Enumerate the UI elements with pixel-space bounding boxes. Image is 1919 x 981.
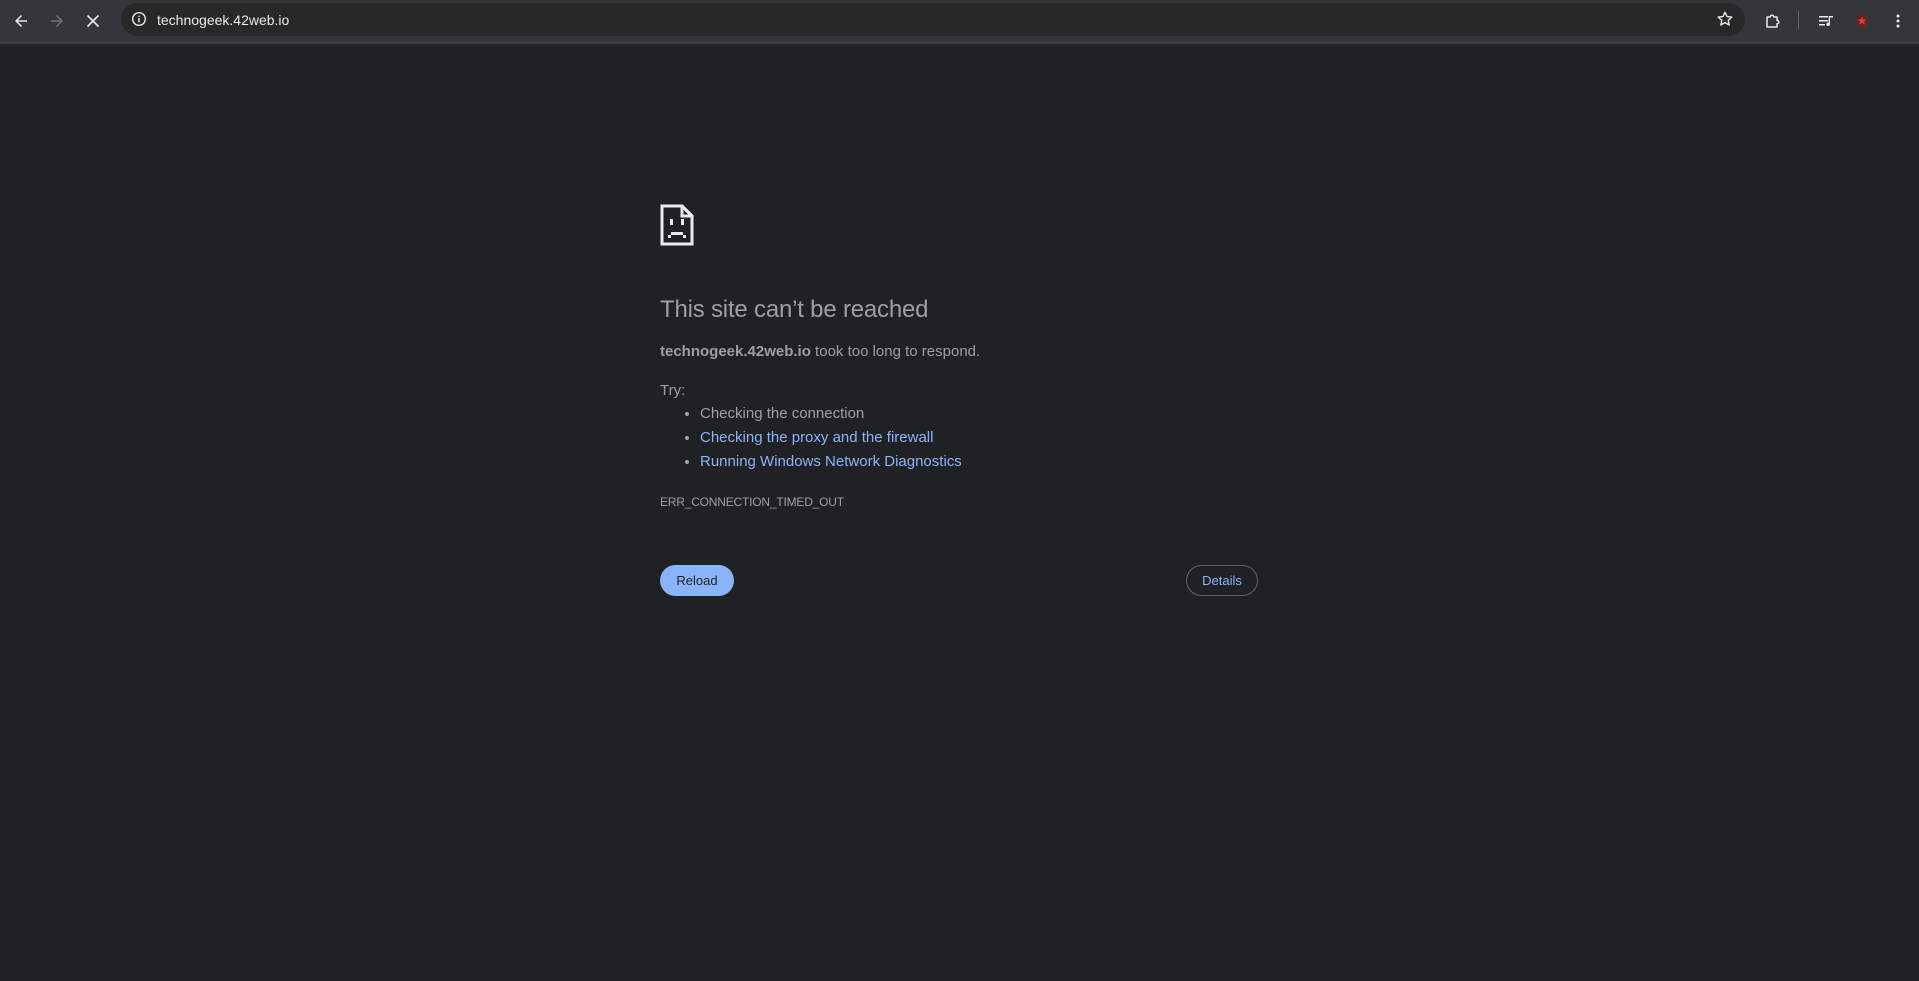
forward-button[interactable]: [41, 5, 73, 37]
error-description: technogeek.42web.io took too long to res…: [660, 343, 980, 360]
suggestion-check-connection: Checking the connection: [700, 405, 865, 422]
back-button[interactable]: [5, 5, 37, 37]
profile-button[interactable]: [1846, 5, 1878, 37]
suggestion-proxy-firewall-link[interactable]: Checking the proxy and the firewall: [700, 429, 933, 446]
error-host: technogeek.42web.io: [660, 343, 811, 360]
kebab-menu-icon: [1890, 13, 1906, 29]
reload-button[interactable]: Reload: [660, 565, 734, 596]
site-info-icon[interactable]: [129, 9, 149, 29]
error-title: This site can’t be reached: [660, 296, 929, 323]
suggestion-item: Checking the connection: [700, 402, 962, 426]
arrow-right-icon: [49, 13, 65, 29]
arrow-left-icon: [13, 13, 29, 29]
try-label: Try:: [660, 382, 686, 399]
browser-menu-button[interactable]: [1882, 5, 1914, 37]
bookmark-star-icon[interactable]: [1715, 9, 1735, 29]
suggestion-item: Running Windows Network Diagnostics: [700, 450, 962, 474]
url-text[interactable]: technogeek.42web.io: [157, 12, 289, 28]
suggestion-network-diagnostics-link[interactable]: Running Windows Network Diagnostics: [700, 453, 962, 470]
suggestion-list: Checking the connection Checking the pro…: [660, 402, 962, 474]
browser-toolbar: technogeek.42web.io: [0, 0, 1919, 41]
toolbar-divider: [1798, 11, 1799, 29]
error-description-text: took too long to respond.: [810, 343, 981, 360]
error-code: ERR_CONNECTION_TIMED_OUT: [660, 495, 844, 509]
sad-document-icon: [660, 204, 694, 246]
profile-avatar-icon: [1853, 12, 1871, 30]
extensions-button[interactable]: [1757, 5, 1789, 37]
playlist-music-icon: [1817, 12, 1835, 30]
suggestion-item: Checking the proxy and the firewall: [700, 426, 962, 450]
close-icon: [86, 14, 100, 28]
stop-loading-button[interactable]: [77, 5, 109, 37]
toolbar-bottom-strip: [0, 41, 1919, 44]
puzzle-icon: [1764, 12, 1782, 30]
details-button[interactable]: Details: [1186, 565, 1258, 596]
media-controls-button[interactable]: [1810, 5, 1842, 37]
address-bar[interactable]: technogeek.42web.io: [121, 3, 1745, 36]
